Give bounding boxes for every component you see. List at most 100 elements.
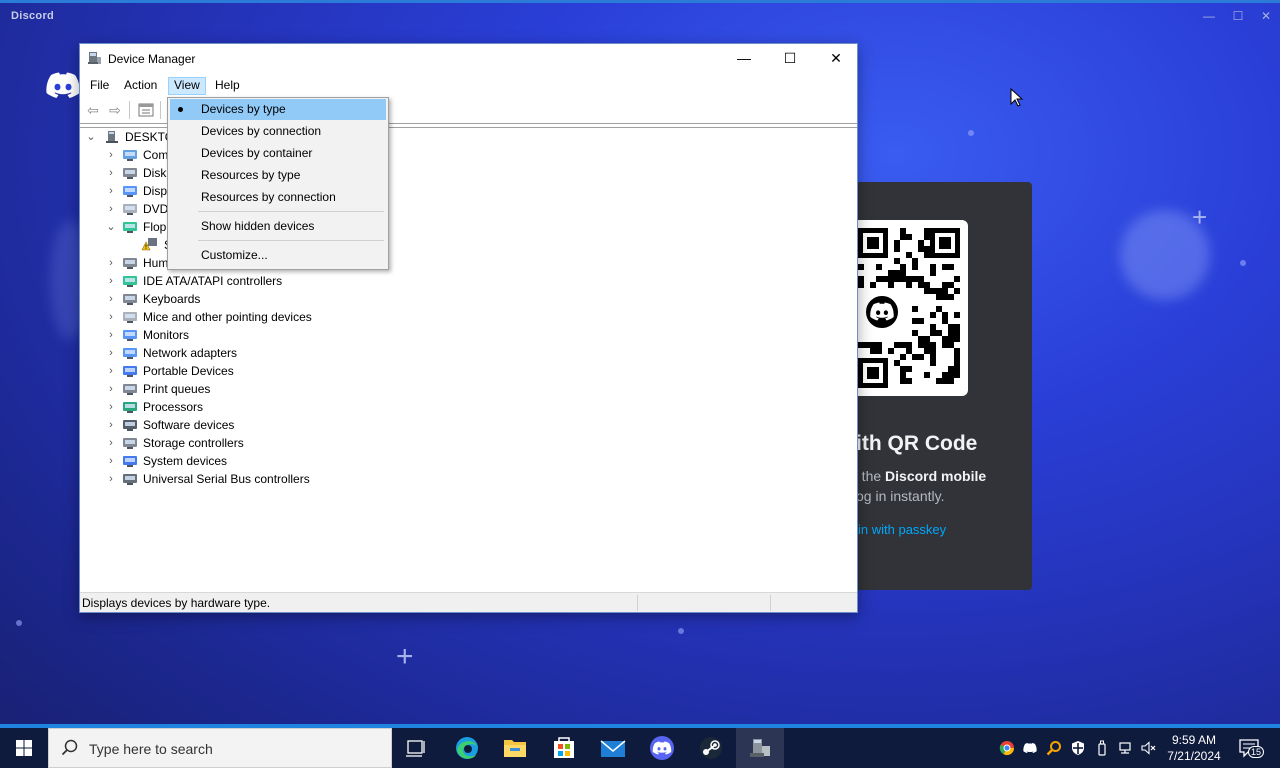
system-clock[interactable]: 9:59 AM 7/21/2024 bbox=[1163, 732, 1225, 764]
expand-chevron-icon[interactable]: › bbox=[106, 272, 116, 290]
discord-close-button[interactable]: ✕ bbox=[1255, 6, 1277, 26]
tree-category-item[interactable]: › Keyboards bbox=[102, 290, 402, 308]
qr-module bbox=[858, 282, 864, 288]
device-category-icon bbox=[122, 346, 138, 360]
view-menu-item[interactable]: Show hidden devices bbox=[170, 216, 386, 237]
device-category-icon bbox=[122, 274, 138, 288]
minimize-button[interactable]: — bbox=[721, 44, 767, 74]
view-menu-item[interactable]: Devices by connection bbox=[170, 121, 386, 142]
view-menu-item[interactable]: Devices by container bbox=[170, 143, 386, 164]
qr-module bbox=[900, 354, 906, 360]
clock-time: 9:59 AM bbox=[1171, 733, 1217, 747]
menu-action[interactable]: Action bbox=[119, 77, 162, 95]
tree-category-item[interactable]: › Storage controllers bbox=[102, 434, 402, 452]
security-shield-icon[interactable] bbox=[1070, 740, 1086, 756]
menu-bar: File Action View Help bbox=[80, 74, 857, 96]
collapse-chevron-icon[interactable]: ⌄ bbox=[106, 218, 116, 236]
expand-chevron-icon[interactable]: › bbox=[106, 362, 116, 380]
back-arrow-icon[interactable]: ⇦ bbox=[83, 101, 103, 119]
usb-drive-icon[interactable] bbox=[1094, 740, 1110, 756]
tree-category-item[interactable]: › Processors bbox=[102, 398, 402, 416]
tree-category-item[interactable]: › IDE ATA/ATAPI controllers bbox=[102, 272, 402, 290]
view-menu-item[interactable]: Resources by type bbox=[170, 165, 386, 186]
tree-item-label: Portable Devices bbox=[143, 364, 234, 378]
computer-icon bbox=[106, 131, 118, 143]
windows-start-icon[interactable] bbox=[0, 728, 48, 768]
file-explorer-icon[interactable] bbox=[491, 728, 539, 768]
microsoft-store-icon[interactable] bbox=[540, 728, 588, 768]
tree-item-label: Software devices bbox=[143, 418, 235, 432]
forward-arrow-icon[interactable]: ⇨ bbox=[105, 101, 125, 119]
collapse-chevron-icon[interactable]: ⌄ bbox=[86, 128, 96, 146]
expand-chevron-icon[interactable]: › bbox=[106, 326, 116, 344]
notification-center-button[interactable]: 15 bbox=[1238, 738, 1265, 758]
menu-file[interactable]: File bbox=[85, 77, 114, 95]
maximize-button[interactable]: ☐ bbox=[767, 44, 813, 74]
expand-chevron-icon[interactable]: › bbox=[106, 452, 116, 470]
device-category-icon bbox=[122, 202, 138, 216]
taskbar-search-box[interactable]: Type here to search bbox=[48, 728, 392, 768]
properties-icon[interactable] bbox=[136, 101, 156, 119]
discord-qr-logo-icon bbox=[862, 292, 902, 332]
tree-category-item[interactable]: › Network adapters bbox=[102, 344, 402, 362]
tree-category-item[interactable]: › Monitors bbox=[102, 326, 402, 344]
tree-item-label: Processors bbox=[143, 400, 204, 414]
qr-module bbox=[918, 318, 924, 324]
qr-module bbox=[906, 282, 912, 288]
menu-view[interactable]: View bbox=[168, 77, 206, 95]
tree-category-item[interactable]: › System devices bbox=[102, 452, 402, 470]
menu-help[interactable]: Help bbox=[210, 77, 245, 95]
view-menu-item[interactable]: Devices by type bbox=[170, 99, 386, 120]
expand-chevron-icon[interactable]: › bbox=[106, 344, 116, 362]
tree-item-label: Print queues bbox=[143, 382, 211, 396]
discord-minimize-button[interactable]: — bbox=[1198, 6, 1220, 26]
qr-login-subtitle-line2: og in instantly. bbox=[856, 488, 945, 504]
steam-icon[interactable] bbox=[687, 728, 735, 768]
expand-chevron-icon[interactable]: › bbox=[106, 398, 116, 416]
qr-login-title: ith QR Code bbox=[856, 432, 978, 455]
tree-category-item[interactable]: › Mice and other pointing devices bbox=[102, 308, 402, 326]
view-menu-item[interactable]: Customize... bbox=[170, 245, 386, 266]
qr-module bbox=[948, 294, 954, 300]
tree-category-item[interactable]: › Universal Serial Bus controllers bbox=[102, 470, 402, 488]
qr-module bbox=[954, 288, 960, 294]
expand-chevron-icon[interactable]: › bbox=[106, 416, 116, 434]
device-manager-taskbar-icon[interactable] bbox=[736, 728, 784, 768]
network-icon[interactable] bbox=[1117, 740, 1133, 756]
device-category-icon bbox=[122, 400, 138, 414]
search-tray-icon[interactable] bbox=[1046, 740, 1062, 756]
view-menu-item[interactable]: Resources by connection bbox=[170, 187, 386, 208]
passkey-login-link[interactable]: in with passkey bbox=[858, 522, 946, 537]
expand-chevron-icon[interactable]: › bbox=[106, 182, 116, 200]
qr-module bbox=[954, 276, 960, 282]
expand-chevron-icon[interactable]: › bbox=[106, 254, 116, 272]
discord-maximize-button[interactable]: ☐ bbox=[1227, 6, 1249, 26]
discord-titlebar: Discord — ☐ ✕ bbox=[0, 0, 1280, 32]
qr-module bbox=[912, 264, 918, 270]
volume-muted-icon[interactable] bbox=[1140, 740, 1156, 756]
expand-chevron-icon[interactable]: › bbox=[106, 290, 116, 308]
chrome-tray-icon[interactable] bbox=[999, 740, 1015, 756]
expand-chevron-icon[interactable]: › bbox=[106, 200, 116, 218]
discord-tray-icon[interactable] bbox=[1022, 740, 1038, 756]
expand-chevron-icon[interactable]: › bbox=[106, 308, 116, 326]
window-title: Device Manager bbox=[108, 52, 196, 66]
mail-icon[interactable] bbox=[589, 728, 637, 768]
edge-icon[interactable] bbox=[443, 728, 491, 768]
tree-category-item[interactable]: › Portable Devices bbox=[102, 362, 402, 380]
task-view-icon[interactable] bbox=[392, 728, 440, 768]
qr-module bbox=[930, 360, 936, 366]
expand-chevron-icon[interactable]: › bbox=[106, 164, 116, 182]
nebula-decoration bbox=[1120, 210, 1210, 300]
expand-chevron-icon[interactable]: › bbox=[106, 470, 116, 488]
discord-taskbar-icon[interactable] bbox=[638, 728, 686, 768]
expand-chevron-icon[interactable]: › bbox=[106, 146, 116, 164]
view-menu-item-label: Devices by container bbox=[201, 146, 313, 160]
tree-category-item[interactable]: › Software devices bbox=[102, 416, 402, 434]
expand-chevron-icon[interactable]: › bbox=[106, 380, 116, 398]
menu-separator bbox=[198, 240, 384, 241]
expand-chevron-icon[interactable]: › bbox=[106, 434, 116, 452]
device-category-icon bbox=[122, 364, 138, 378]
close-button[interactable]: ✕ bbox=[813, 44, 859, 74]
tree-category-item[interactable]: › Print queues bbox=[102, 380, 402, 398]
